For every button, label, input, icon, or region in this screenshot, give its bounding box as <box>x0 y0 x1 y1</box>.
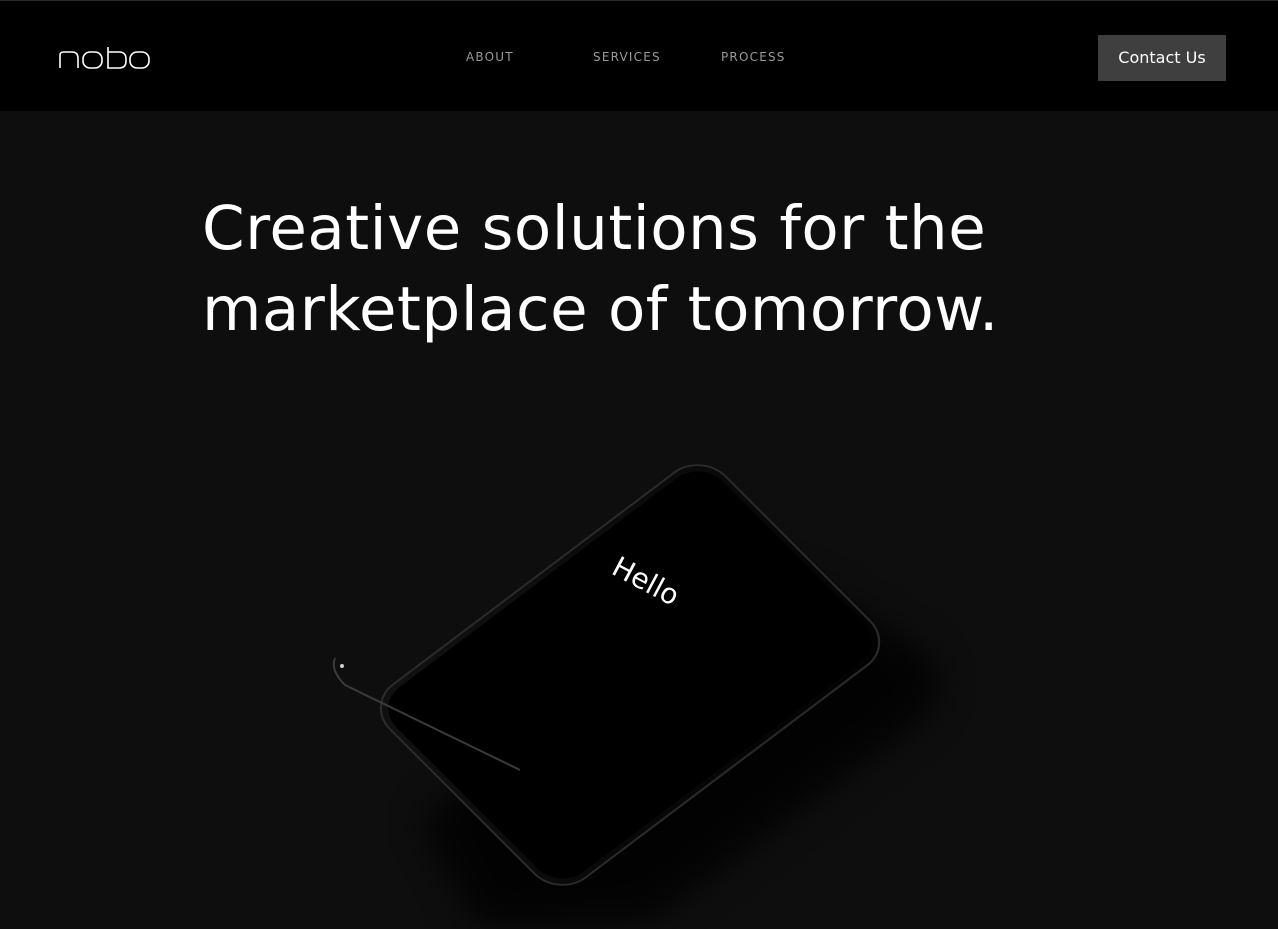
phone-image: Hello <box>332 464 940 929</box>
hero-title: Creative solutions for the marketplace o… <box>202 188 1102 350</box>
contact-us-button[interactable]: Contact Us <box>1098 35 1226 81</box>
nobo-logo-icon <box>59 47 150 69</box>
site-header: nobo ABOUT SERVICES PROCESS Contact Us <box>0 0 1278 111</box>
hero-title-line-1: Creative solutions for the <box>202 193 987 264</box>
nav-process[interactable]: PROCESS <box>721 49 786 65</box>
nav-about[interactable]: ABOUT <box>466 49 514 65</box>
logo-text: nobo <box>58 70 59 71</box>
nav-services[interactable]: SERVICES <box>593 49 661 65</box>
nobo-logo[interactable]: nobo <box>58 46 150 70</box>
hero-title-line-2: marketplace of tomorrow. <box>202 274 999 345</box>
